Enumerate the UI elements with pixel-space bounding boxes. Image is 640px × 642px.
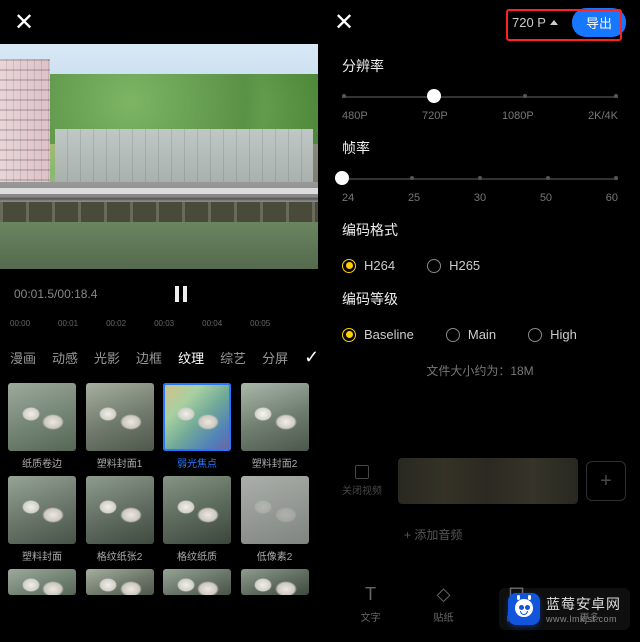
tab-motion[interactable]: 动感 — [52, 348, 78, 367]
effect-tabs: 漫画 动感 光影 边框 纹理 综艺 分屏 ✓ — [0, 337, 318, 377]
text-icon: T — [360, 583, 382, 605]
section-title: 编码等级 — [342, 289, 618, 309]
watermark-url: www.lmkjst.com — [546, 614, 621, 624]
tool-text[interactable]: T文字 — [360, 583, 382, 624]
effect-item[interactable] — [8, 569, 76, 595]
speaker-icon — [355, 465, 369, 479]
effect-item[interactable]: 弱光焦点 — [163, 383, 231, 470]
video-preview[interactable] — [0, 44, 318, 269]
blueberry-icon — [508, 593, 540, 625]
playback-controls: 00:01.5/00:18.4 — [0, 269, 318, 319]
sticker-icon: ◇ — [433, 583, 455, 605]
encoding-section: 编码格式 H264 H265 — [320, 208, 640, 277]
mute-toggle[interactable]: 关闭视频 — [334, 451, 390, 511]
effect-item[interactable]: 塑料封面1 — [86, 383, 154, 470]
time-ruler[interactable]: 00:0000:0100:0200:0300:0400:05 — [0, 319, 318, 337]
effect-item[interactable]: 格纹纸张2 — [86, 476, 154, 563]
tab-split[interactable]: 分屏 — [262, 348, 288, 367]
add-clip-button[interactable]: + — [586, 461, 626, 501]
editor-panel: ✕ 00:01.5/00:18.4 00:0000:0100:0200:0300… — [0, 0, 318, 642]
tab-comic[interactable]: 漫画 — [10, 348, 36, 367]
resolution-dropdown[interactable]: 720 P — [506, 11, 564, 34]
effect-item[interactable] — [163, 569, 231, 595]
effect-item[interactable]: 低像素2 — [241, 476, 309, 563]
effect-item[interactable]: 纸质卷边 — [8, 383, 76, 470]
radio-baseline[interactable]: Baseline — [342, 327, 414, 342]
resolution-slider[interactable] — [342, 94, 618, 100]
add-audio-button[interactable]: + 添加音频 — [334, 526, 626, 543]
effect-item[interactable] — [241, 569, 309, 595]
level-section: 编码等级 Baseline Main High — [320, 277, 640, 346]
effect-item[interactable]: 塑料封面 — [8, 476, 76, 563]
pause-icon[interactable] — [175, 286, 187, 302]
right-topbar: ✕ 720 P 导出 — [320, 0, 640, 44]
framerate-slider[interactable] — [342, 176, 618, 182]
watermark: 蓝莓安卓网 www.lmkjst.com — [499, 588, 630, 630]
section-title: 帧率 — [342, 138, 618, 158]
left-topbar: ✕ — [0, 0, 318, 44]
effect-item[interactable] — [86, 569, 154, 595]
effect-grid: 纸质卷边 塑料封面1 弱光焦点 塑料封面2 塑料封面 格纹纸张2 格纹纸质 低像… — [0, 377, 318, 601]
filesize-estimate: 文件大小约为：18M — [320, 362, 640, 379]
tool-sticker[interactable]: ◇贴纸 — [433, 583, 455, 624]
confirm-check-icon[interactable]: ✓ — [304, 347, 319, 368]
watermark-text: 蓝莓安卓网 — [546, 594, 621, 614]
video-clip[interactable] — [398, 458, 578, 504]
timecode: 00:01.5/00:18.4 — [14, 287, 97, 301]
section-title: 编码格式 — [342, 220, 618, 240]
caret-up-icon — [550, 20, 558, 25]
export-panel: ✕ 720 P 导出 分辨率 480P720P1080P2K/4K 帧率 242… — [320, 0, 640, 642]
close-icon[interactable]: ✕ — [334, 8, 354, 37]
resolution-section: 分辨率 480P720P1080P2K/4K — [320, 44, 640, 126]
export-button[interactable]: 导出 — [572, 8, 626, 37]
radio-h264[interactable]: H264 — [342, 258, 395, 273]
radio-h265[interactable]: H265 — [427, 258, 480, 273]
close-icon[interactable]: ✕ — [14, 8, 34, 37]
framerate-section: 帧率 2425305060 — [320, 126, 640, 208]
tab-texture[interactable]: 纹理 — [178, 348, 204, 367]
radio-high[interactable]: High — [528, 327, 577, 342]
effect-item[interactable]: 塑料封面2 — [241, 383, 309, 470]
radio-main[interactable]: Main — [446, 327, 496, 342]
effect-item[interactable]: 格纹纸质 — [163, 476, 231, 563]
tab-light[interactable]: 光影 — [94, 348, 120, 367]
tab-variety[interactable]: 综艺 — [220, 348, 246, 367]
section-title: 分辨率 — [342, 56, 618, 76]
tab-frame[interactable]: 边框 — [136, 348, 162, 367]
